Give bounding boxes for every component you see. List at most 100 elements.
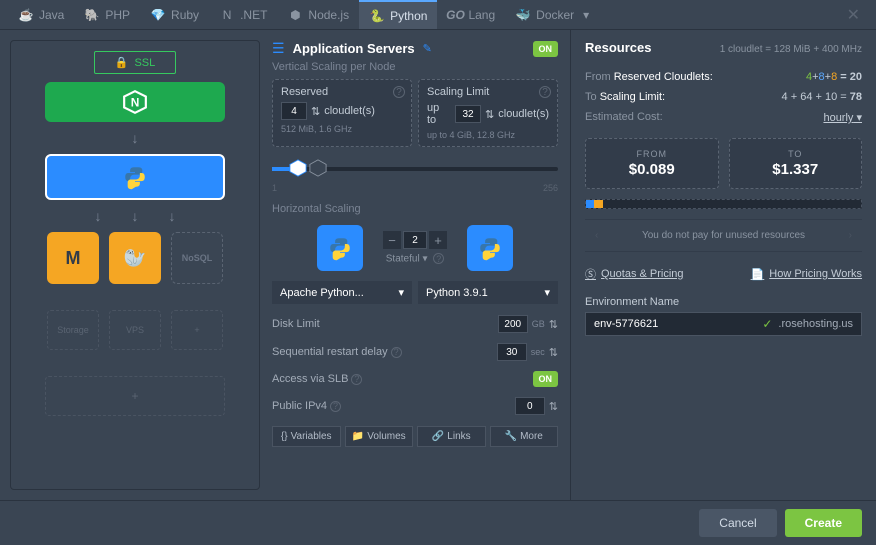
chevron-left-icon[interactable]: ‹ (595, 230, 598, 241)
cost-period-dropdown[interactable]: hourly ▾ (823, 111, 862, 124)
arrow-down-icon: ↓ (95, 208, 102, 224)
horiz-node-target (467, 225, 513, 271)
tab-ruby[interactable]: 💎Ruby (140, 0, 209, 29)
resources-column: Resources 1 cloudlet = 128 MiB + 400 MHz… (570, 30, 876, 500)
footer: Cancel Create (0, 500, 876, 545)
nginx-icon: N (122, 89, 148, 115)
nodejs-icon: ⬢ (287, 8, 303, 22)
how-pricing-works-link[interactable]: 📄How Pricing Works (751, 266, 862, 282)
tab-go[interactable]: GOLang (437, 0, 505, 29)
server-dropdown[interactable]: Apache Python...▾ (272, 281, 412, 304)
cost-from-card: FROM $0.089 (585, 138, 719, 189)
env-name-input[interactable] (594, 318, 756, 330)
slb-row: Access via SLB? ON (272, 366, 558, 392)
ruby-icon: 💎 (150, 8, 166, 22)
chevron-down-icon: ▾ (398, 286, 404, 299)
section-title: Application Servers (293, 41, 415, 56)
arrow-down-icon: ↓ (169, 208, 176, 224)
memcached-icon: M (66, 248, 81, 269)
lock-icon: 🔒 (115, 56, 129, 69)
reserved-input[interactable] (281, 102, 307, 120)
slb-toggle[interactable]: ON (533, 371, 559, 387)
create-button[interactable]: Create (785, 509, 862, 537)
mariadb-node[interactable]: 🦭 (109, 232, 161, 284)
java-icon: ☕ (18, 8, 34, 22)
tab-nodejs[interactable]: ⬢Node.js (277, 0, 359, 29)
chevron-right-icon[interactable]: › (849, 230, 852, 241)
help-icon[interactable]: ? (433, 253, 444, 264)
cost-slider[interactable] (585, 199, 862, 209)
env-input-row: ✓ .rosehosting.us (585, 312, 862, 336)
slider-handle-reserved[interactable] (289, 159, 307, 177)
link-icon: 🔗 (432, 431, 444, 442)
volumes-button[interactable]: 📁Volumes (345, 426, 414, 447)
limit-input[interactable] (455, 105, 481, 123)
stepper-icon[interactable]: ⇅ (549, 346, 558, 359)
help-icon[interactable]: ? (539, 86, 551, 98)
python-icon: 🐍 (369, 9, 385, 23)
ipv4-input[interactable] (515, 397, 545, 415)
more-button[interactable]: 🔧More (490, 426, 559, 447)
ipv4-row: Public IPv4? ⇅ (272, 392, 558, 420)
dollar-icon: Ⓢ (585, 266, 596, 282)
php-icon: 🐘 (84, 8, 100, 22)
restart-delay-input[interactable] (497, 343, 527, 361)
nosql-node[interactable]: NoSQL (171, 232, 223, 284)
cloudlet-definition: 1 cloudlet = 128 MiB + 400 MHz (720, 44, 862, 55)
stepper-icon[interactable]: ⇅ (311, 105, 320, 118)
stepper-icon[interactable]: ⇅ (549, 400, 558, 413)
appserver-node[interactable] (45, 154, 225, 200)
version-dropdown[interactable]: Python 3.9.1▾ (418, 281, 558, 304)
stateful-dropdown[interactable]: Stateful ▾ ? (386, 253, 445, 265)
python-logo-icon (477, 235, 503, 261)
tab-dotnet[interactable]: N.NET (209, 0, 277, 29)
storage-node[interactable]: Storage (47, 310, 99, 350)
reserved-card: Reserved ? ⇅cloudlet(s) 512 MiB, 1.6 GHz (272, 79, 412, 147)
docker-icon: 🐳 (515, 8, 531, 22)
tab-docker[interactable]: 🐳Docker▾ (505, 0, 599, 29)
horiz-node-source (317, 225, 363, 271)
check-icon: ✓ (762, 317, 772, 331)
quotas-pricing-link[interactable]: ⓈQuotas & Pricing (585, 266, 684, 282)
scaling-limit-card: Scaling Limit ? up to⇅cloudlet(s) up to … (418, 79, 558, 147)
edit-icon[interactable]: ✎ (423, 42, 432, 55)
no-pay-note: ‹ You do not pay for unused resources › (585, 219, 862, 252)
cancel-button[interactable]: Cancel (699, 509, 776, 537)
mariadb-icon: 🦭 (124, 248, 146, 269)
vertical-scaling-label: Vertical Scaling per Node (272, 61, 558, 73)
add-extra-node[interactable]: + (171, 310, 223, 350)
cloudlet-slider[interactable] (272, 157, 558, 181)
horizontal-scaling-label: Horizontal Scaling (272, 203, 558, 215)
help-icon[interactable]: ? (330, 401, 341, 412)
stepper-icon[interactable]: ⇅ (485, 108, 494, 121)
add-layer-button[interactable]: + (45, 376, 225, 416)
memcached-node[interactable]: M (47, 232, 99, 284)
tab-python[interactable]: 🐍Python (359, 0, 437, 29)
arrow-down-icon: ↓ (132, 130, 139, 146)
decrement-button[interactable]: − (383, 231, 401, 249)
cost-to-card: TO $1.337 (729, 138, 863, 189)
slider-handle-limit[interactable] (309, 159, 327, 177)
hamburger-icon[interactable]: ☰ (272, 40, 285, 57)
chevron-down-icon: ▾ (544, 286, 550, 299)
stepper-icon[interactable]: ⇅ (549, 318, 558, 331)
wrench-icon: 🔧 (505, 431, 517, 442)
python-logo-icon (122, 164, 148, 190)
tab-java[interactable]: ☕Java (8, 0, 74, 29)
close-icon[interactable]: ✕ (839, 5, 868, 25)
vps-node[interactable]: VPS (109, 310, 161, 350)
help-icon[interactable]: ? (351, 374, 362, 385)
ssl-badge[interactable]: 🔒SSL (94, 51, 177, 74)
variables-button[interactable]: {}Variables (272, 426, 341, 447)
python-logo-icon (327, 235, 353, 261)
help-icon[interactable]: ? (393, 86, 405, 98)
appserver-toggle[interactable]: ON (533, 41, 559, 57)
increment-button[interactable]: + (429, 231, 447, 249)
disk-limit-input[interactable] (498, 315, 528, 333)
balancer-node[interactable]: N (45, 82, 225, 122)
help-icon[interactable]: ? (391, 347, 402, 358)
tab-php[interactable]: 🐘PHP (74, 0, 140, 29)
horiz-count-input[interactable] (403, 231, 427, 249)
settings-column: ☰ Application Servers ✎ ON Vertical Scal… (260, 30, 570, 500)
links-button[interactable]: 🔗Links (417, 426, 486, 447)
